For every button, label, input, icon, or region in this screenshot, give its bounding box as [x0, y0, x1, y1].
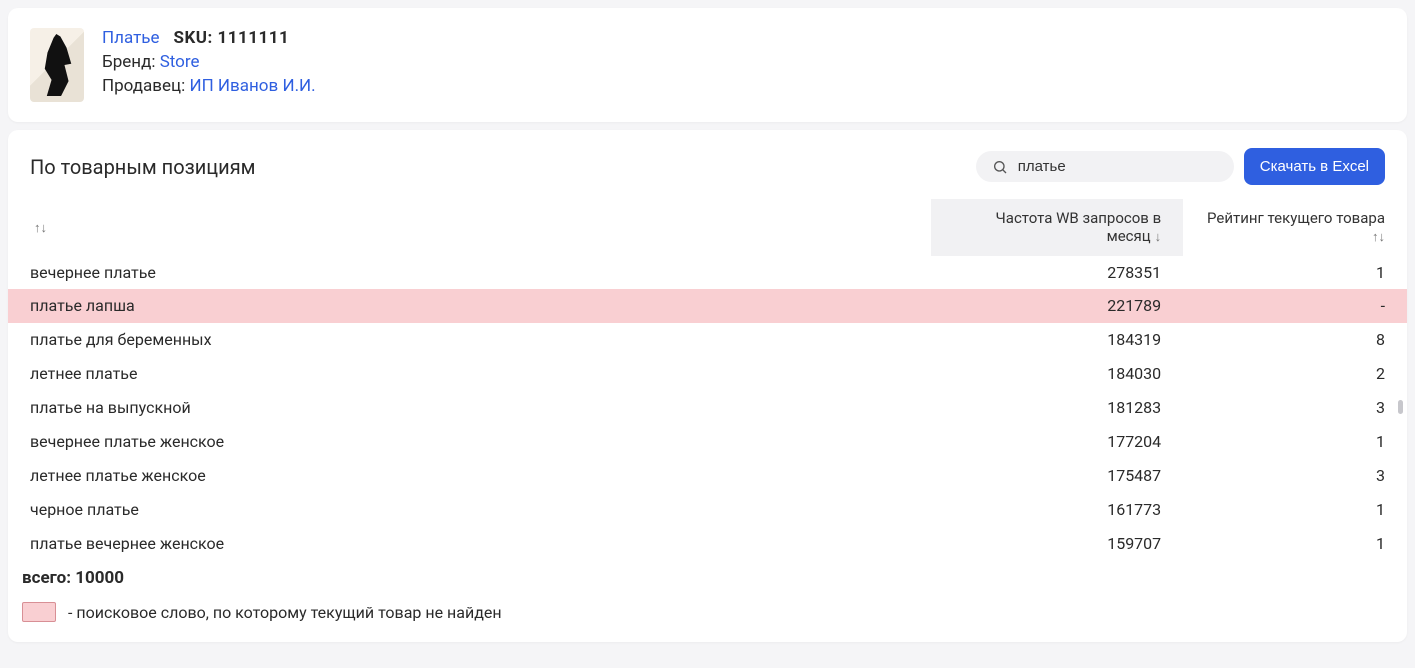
cell-rank: 3 — [1183, 459, 1407, 493]
col-rank-header[interactable]: Рейтинг текущего товара↑↓ — [1183, 199, 1407, 256]
cell-keyword: летнее платье — [8, 357, 931, 391]
product-image — [30, 28, 84, 102]
cell-rank: 3 — [1183, 391, 1407, 425]
search-input[interactable] — [1018, 158, 1218, 175]
cell-frequency: 278351 — [931, 256, 1183, 290]
product-title-link[interactable]: Платье — [102, 28, 160, 48]
legend-text: - поисковое слово, по которому текущий т… — [68, 603, 502, 622]
seller-link[interactable]: ИП Иванов И.И. — [189, 76, 315, 96]
cell-rank: 1 — [1183, 425, 1407, 459]
cell-keyword: платье на выпускной — [8, 391, 931, 425]
cell-rank: 2 — [1183, 357, 1407, 391]
col-frequency-header[interactable]: Частота WB запросов в месяц↓ — [931, 199, 1183, 256]
keywords-table: ↑↓ Частота WB запросов в месяц↓ Рейтинг … — [8, 199, 1407, 560]
scrollbar-thumb[interactable] — [1398, 400, 1403, 414]
cell-keyword: вечернее платье — [8, 256, 931, 290]
table-row[interactable]: платье для беременных1843198 — [8, 323, 1407, 357]
table-row[interactable]: летнее платье женское1754873 — [8, 459, 1407, 493]
cell-keyword: черное платье — [8, 493, 931, 527]
search-field[interactable] — [976, 151, 1234, 182]
cell-rank: 1 — [1183, 493, 1407, 527]
cell-frequency: 184319 — [931, 323, 1183, 357]
product-header: Платье SKU: 1111111 Бренд: Store Продаве… — [8, 8, 1407, 122]
legend: - поисковое слово, по которому текущий т… — [8, 596, 1407, 626]
table-row[interactable]: платье вечернее женское1597071 — [8, 527, 1407, 561]
cell-rank: 1 — [1183, 256, 1407, 290]
cell-frequency: 159707 — [931, 527, 1183, 561]
cell-rank: - — [1183, 289, 1407, 323]
cell-rank: 8 — [1183, 323, 1407, 357]
download-excel-button[interactable]: Скачать в Excel — [1244, 148, 1385, 185]
sort-icon: ↑↓ — [1372, 229, 1385, 245]
product-sku: SKU: 1111111 — [174, 28, 290, 48]
legend-swatch — [22, 602, 56, 622]
table-row[interactable]: вечернее платье2783511 — [8, 256, 1407, 290]
table-row[interactable]: черное платье1617731 — [8, 493, 1407, 527]
brand-link[interactable]: Store — [160, 52, 200, 72]
cell-frequency: 175487 — [931, 459, 1183, 493]
keywords-panel: По товарным позициям Скачать в Excel ↑↓ … — [8, 130, 1407, 642]
cell-keyword: платье лапша — [8, 289, 931, 323]
table-row[interactable]: вечернее платье женское1772041 — [8, 425, 1407, 459]
cell-keyword: летнее платье женское — [8, 459, 931, 493]
sort-icon: ↑↓ — [34, 220, 47, 236]
search-icon — [992, 159, 1008, 175]
table-row[interactable]: летнее платье1840302 — [8, 357, 1407, 391]
cell-keyword: платье для беременных — [8, 323, 931, 357]
cell-frequency: 177204 — [931, 425, 1183, 459]
sort-down-icon: ↓ — [1155, 229, 1162, 245]
section-title: По товарным позициям — [30, 155, 256, 179]
cell-keyword: платье вечернее женское — [8, 527, 931, 561]
cell-frequency: 221789 — [931, 289, 1183, 323]
cell-frequency: 184030 — [931, 357, 1183, 391]
table-row[interactable]: платье лапша221789- — [8, 289, 1407, 323]
table-row[interactable]: платье на выпускной1812833 — [8, 391, 1407, 425]
product-seller: Продавец: ИП Иванов И.И. — [102, 76, 316, 96]
col-keyword-header[interactable]: ↑↓ — [8, 199, 931, 256]
cell-frequency: 181283 — [931, 391, 1183, 425]
cell-rank: 1 — [1183, 527, 1407, 561]
cell-frequency: 161773 — [931, 493, 1183, 527]
cell-keyword: вечернее платье женское — [8, 425, 931, 459]
product-brand: Бренд: Store — [102, 52, 316, 72]
totals-row: всего: 10000 — [8, 560, 1407, 596]
product-meta: Платье SKU: 1111111 Бренд: Store Продаве… — [102, 28, 316, 96]
